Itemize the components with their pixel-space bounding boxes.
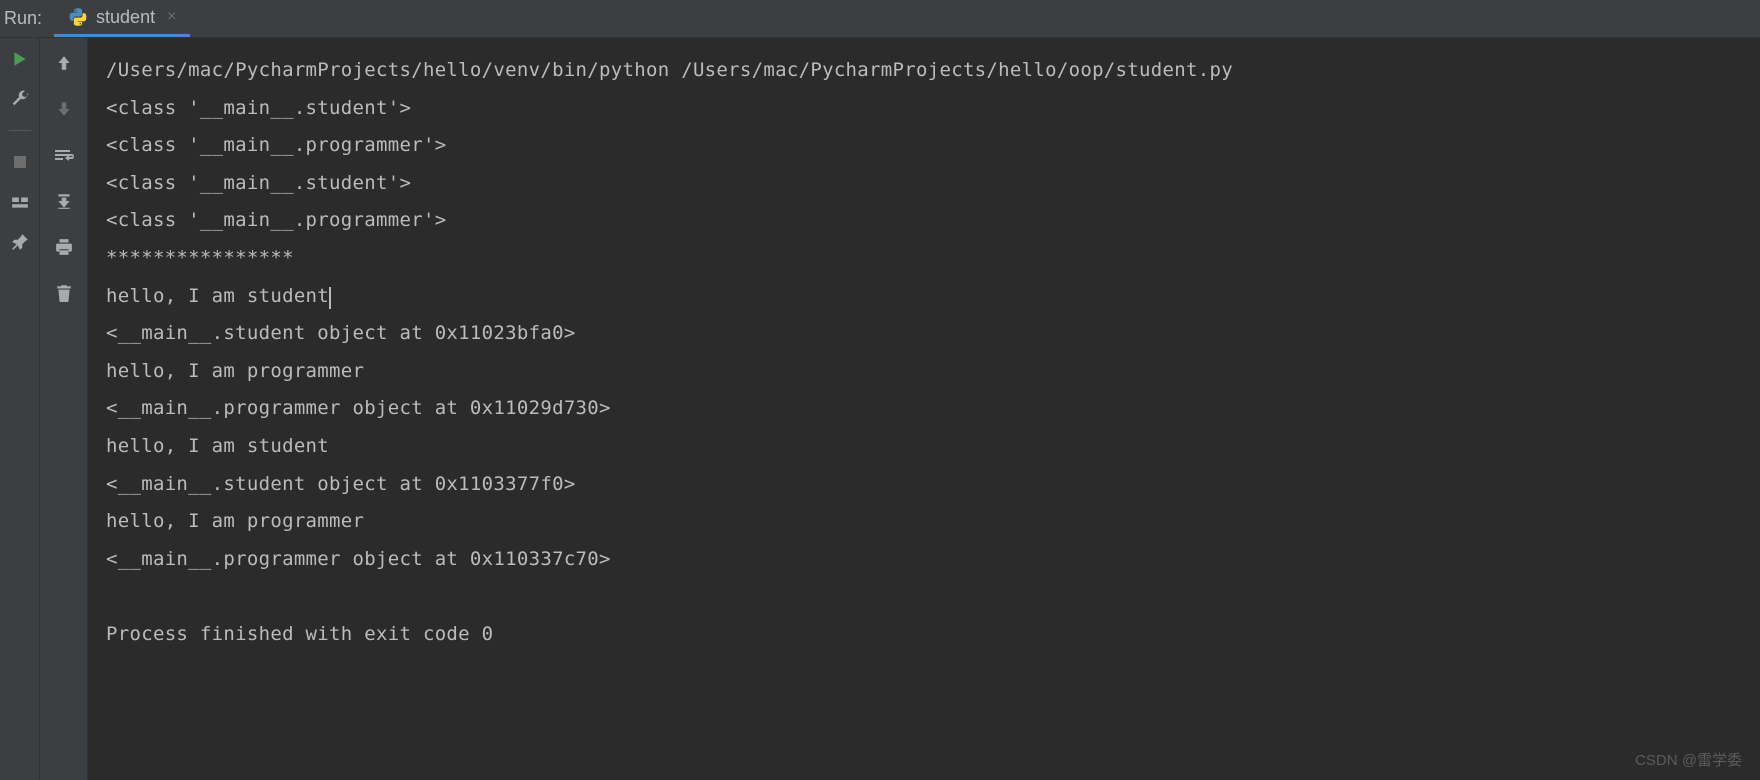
- console-line: <class '__main__.student'>: [106, 90, 1742, 128]
- console-output[interactable]: /Users/mac/PycharmProjects/hello/venv/bi…: [88, 38, 1760, 780]
- scroll-to-end-icon[interactable]: [53, 190, 75, 212]
- main-area: /Users/mac/PycharmProjects/hello/venv/bi…: [0, 38, 1760, 780]
- trash-icon[interactable]: [53, 282, 75, 304]
- console-line: hello, I am student: [106, 428, 1742, 466]
- run-label: Run:: [0, 8, 54, 29]
- left-toolbar: [0, 38, 40, 780]
- soft-wrap-icon[interactable]: [53, 144, 75, 166]
- console-line: /Users/mac/PycharmProjects/hello/venv/bi…: [106, 52, 1742, 90]
- python-icon: [68, 7, 88, 27]
- layout-icon[interactable]: [9, 191, 31, 213]
- divider: [9, 130, 31, 131]
- console-line: hello, I am programmer: [106, 503, 1742, 541]
- rerun-icon[interactable]: [9, 48, 31, 70]
- console-line: ****************: [106, 240, 1742, 278]
- pin-icon[interactable]: [9, 231, 31, 253]
- console-line: <__main__.programmer object at 0x110337c…: [106, 541, 1742, 579]
- watermark: CSDN @雷学委: [1635, 749, 1742, 770]
- console-line: <__main__.student object at 0x1103377f0>: [106, 466, 1742, 504]
- close-icon[interactable]: ×: [167, 8, 176, 26]
- wrench-icon[interactable]: [9, 88, 31, 110]
- up-arrow-icon[interactable]: [53, 52, 75, 74]
- console-line: <class '__main__.programmer'>: [106, 127, 1742, 165]
- console-line: hello, I am student: [106, 278, 1742, 316]
- console-line: [106, 579, 1742, 616]
- tab-label: student: [96, 7, 155, 28]
- text-cursor: [329, 287, 331, 309]
- stop-icon[interactable]: [9, 151, 31, 173]
- console-line: <__main__.programmer object at 0x11029d7…: [106, 390, 1742, 428]
- console-line: hello, I am programmer: [106, 353, 1742, 391]
- second-toolbar: [40, 38, 88, 780]
- down-arrow-icon[interactable]: [53, 98, 75, 120]
- console-line: <__main__.student object at 0x11023bfa0>: [106, 315, 1742, 353]
- top-bar: Run: student ×: [0, 0, 1760, 38]
- console-line: <class '__main__.programmer'>: [106, 202, 1742, 240]
- run-tab[interactable]: student ×: [54, 0, 190, 37]
- console-line: <class '__main__.student'>: [106, 165, 1742, 203]
- console-line: Process finished with exit code 0: [106, 616, 1742, 654]
- print-icon[interactable]: [53, 236, 75, 258]
